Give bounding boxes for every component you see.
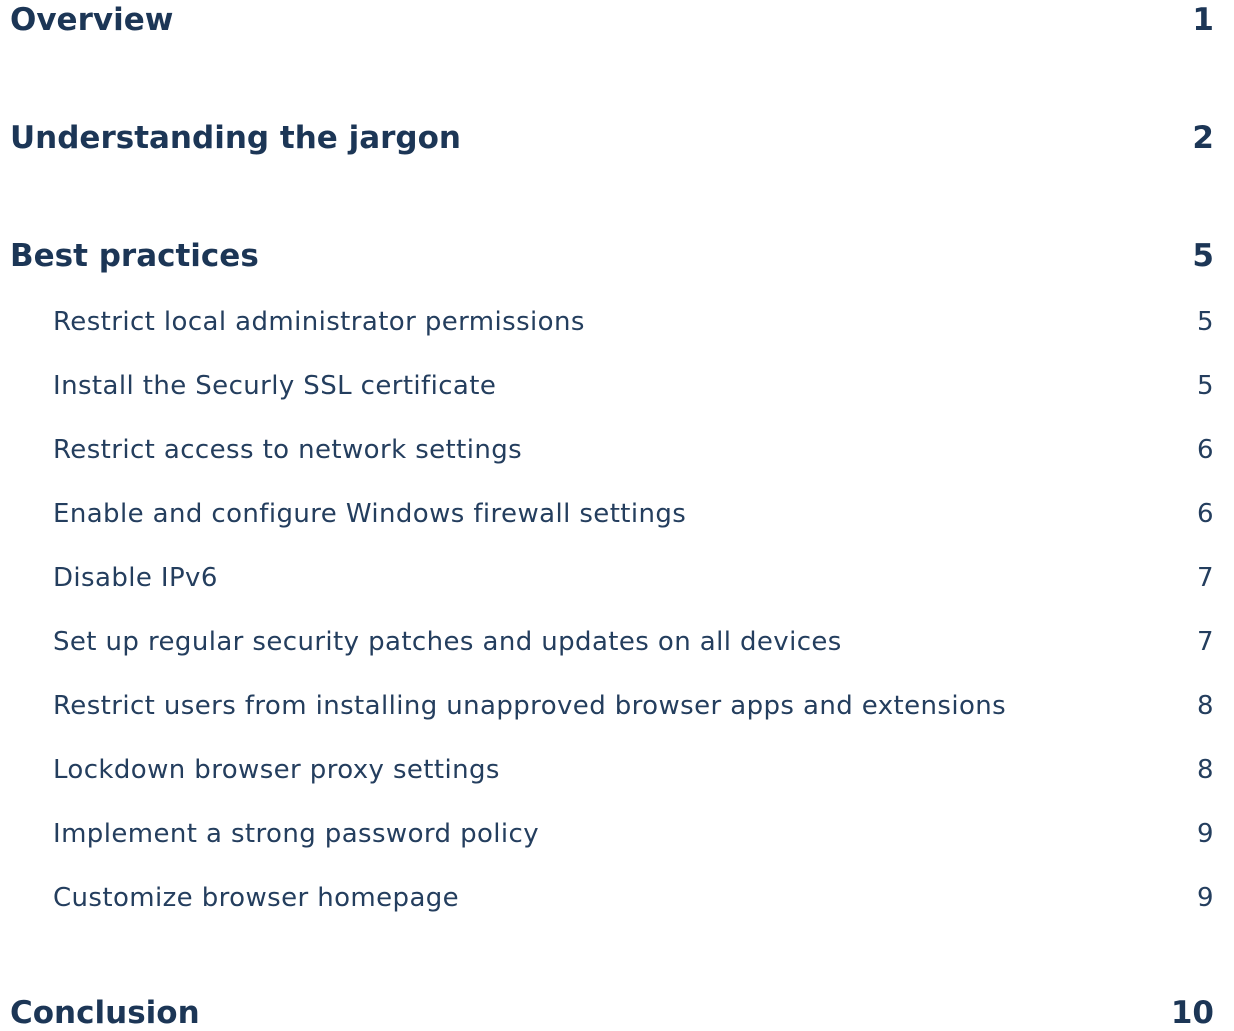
toc-entry-title: Enable and configure Windows firewall se… — [53, 499, 687, 529]
toc-entry-windows-firewall[interactable]: Enable and configure Windows firewall se… — [53, 499, 1214, 529]
toc-entry-page-number: 9 — [1197, 819, 1214, 849]
toc-section-page-number: 2 — [1192, 120, 1214, 156]
toc-entry-browser-proxy[interactable]: Lockdown browser proxy settings 8 — [53, 755, 1214, 785]
toc-entry-title: Restrict access to network settings — [53, 435, 523, 465]
toc-entry-page-number: 8 — [1197, 691, 1214, 721]
toc-section-understanding-the-jargon[interactable]: Understanding the jargon 2 — [10, 120, 1214, 156]
toc-entry-password-policy[interactable]: Implement a strong password policy 9 — [53, 819, 1214, 849]
toc-entry-restrict-local-admin[interactable]: Restrict local administrator permissions… — [53, 307, 1214, 337]
toc-entry-title: Install the Securly SSL certificate — [53, 371, 497, 401]
toc-section-title: Overview — [10, 2, 174, 38]
toc-section-title: Understanding the jargon — [10, 120, 461, 156]
toc-entry-title: Customize browser homepage — [53, 883, 460, 913]
toc-section-page-number: 10 — [1170, 995, 1214, 1031]
toc-entry-browser-homepage[interactable]: Customize browser homepage 9 — [53, 883, 1214, 913]
toc-entry-title: Lockdown browser proxy settings — [53, 755, 500, 785]
toc-section-overview[interactable]: Overview 1 — [10, 2, 1214, 38]
toc-entry-page-number: 6 — [1197, 499, 1214, 529]
toc-entry-restrict-browser-apps[interactable]: Restrict users from installing unapprove… — [53, 691, 1214, 721]
toc-entry-restrict-network-settings[interactable]: Restrict access to network settings 6 — [53, 435, 1214, 465]
toc-entry-page-number: 9 — [1197, 883, 1214, 913]
toc-entry-page-number: 7 — [1197, 627, 1214, 657]
toc-entry-page-number: 7 — [1197, 563, 1214, 593]
toc-entry-title: Restrict users from installing unapprove… — [53, 691, 1007, 721]
toc-entry-page-number: 5 — [1197, 307, 1214, 337]
toc-entry-title: Implement a strong password policy — [53, 819, 540, 849]
toc-entry-page-number: 6 — [1197, 435, 1214, 465]
toc-section-title: Conclusion — [10, 995, 200, 1031]
toc-section-page-number: 1 — [1192, 2, 1214, 38]
toc-section-title: Best practices — [10, 238, 259, 274]
toc-entry-title: Restrict local administrator permissions — [53, 307, 585, 337]
toc-entry-install-ssl-certificate[interactable]: Install the Securly SSL certificate 5 — [53, 371, 1214, 401]
toc-entry-security-patches[interactable]: Set up regular security patches and upda… — [53, 627, 1214, 657]
toc-entry-title: Set up regular security patches and upda… — [53, 627, 842, 657]
toc-entry-title: Disable IPv6 — [53, 563, 218, 593]
toc-entry-page-number: 5 — [1197, 371, 1214, 401]
toc-section-page-number: 5 — [1192, 238, 1214, 274]
toc-entry-page-number: 8 — [1197, 755, 1214, 785]
toc-section-conclusion[interactable]: Conclusion 10 — [10, 995, 1214, 1031]
toc-section-best-practices[interactable]: Best practices 5 — [10, 238, 1214, 274]
toc-entry-disable-ipv6[interactable]: Disable IPv6 7 — [53, 563, 1214, 593]
table-of-contents: Overview 1 Understanding the jargon 2 Be… — [0, 0, 1234, 1031]
